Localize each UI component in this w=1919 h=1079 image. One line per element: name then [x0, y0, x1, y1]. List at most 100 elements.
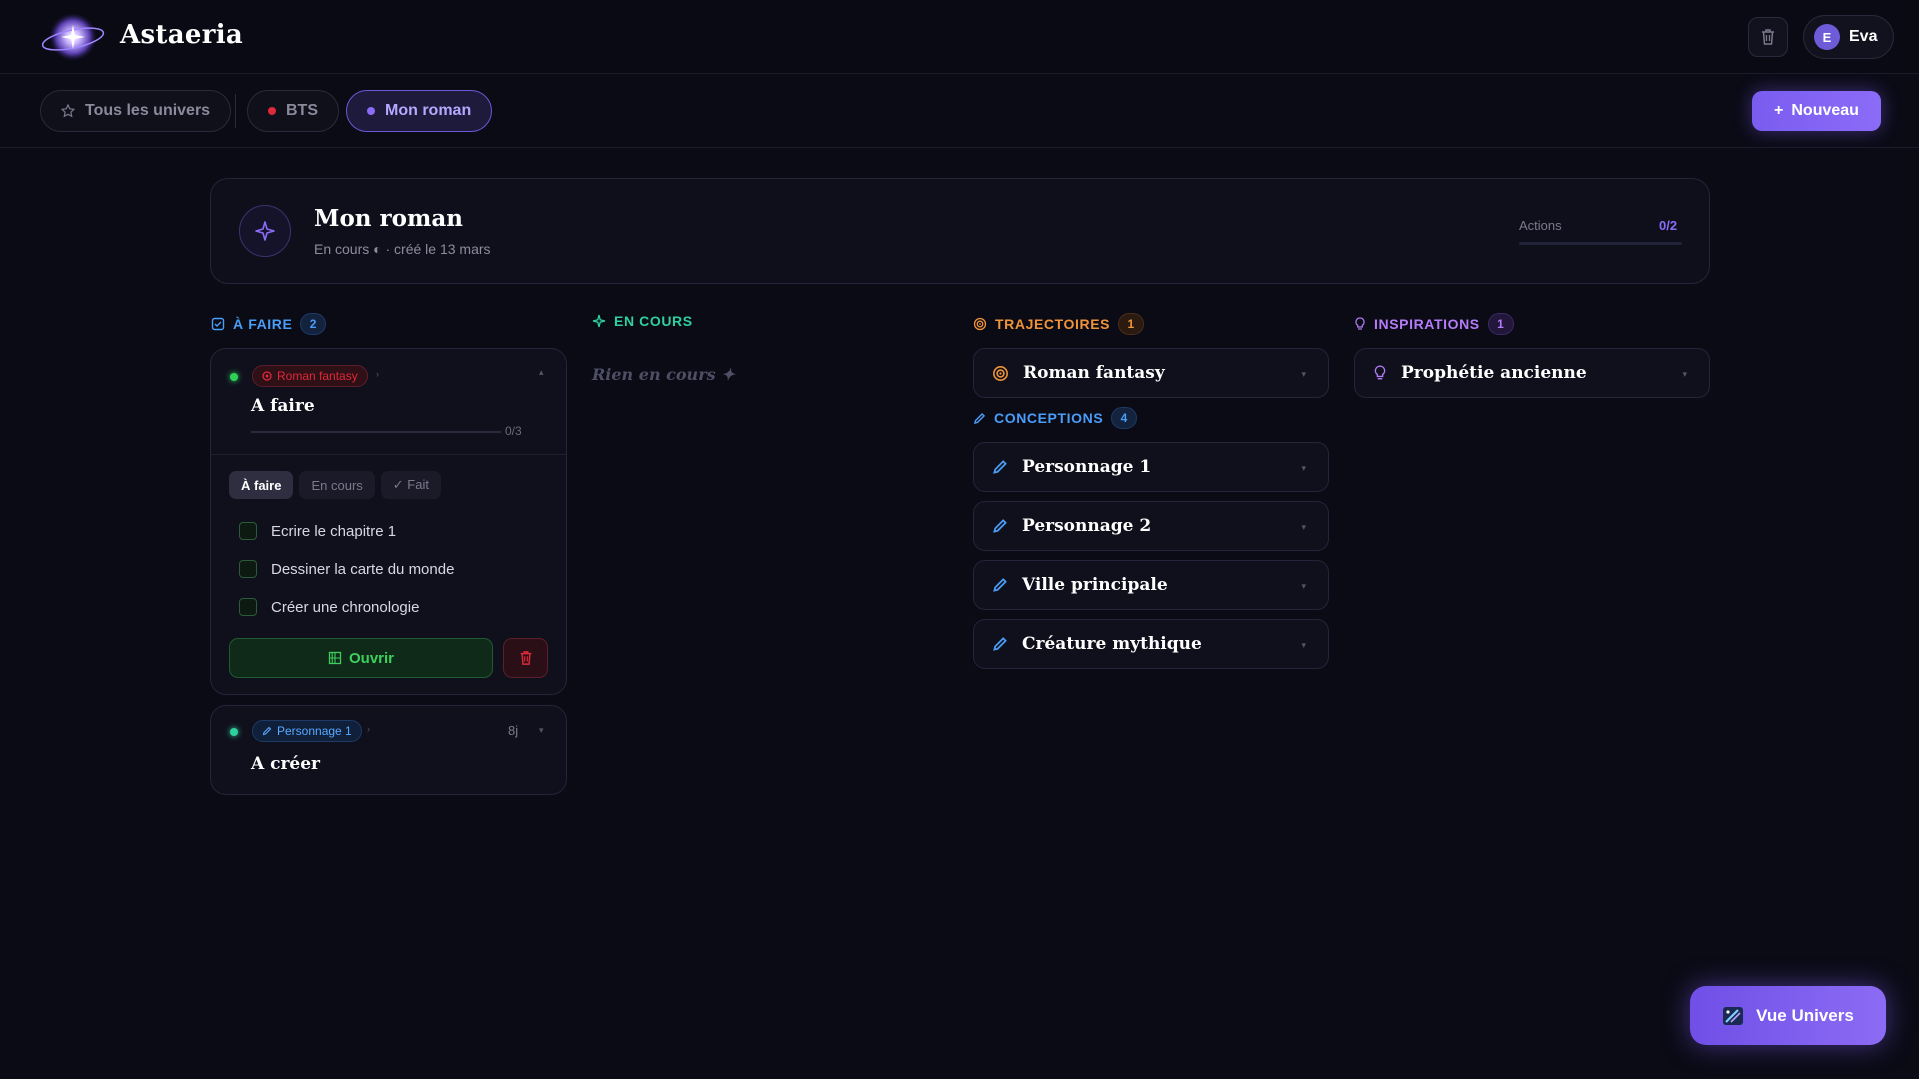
filter-tab-in-progress[interactable]: En cours [299, 471, 375, 499]
new-button-label: Nouveau [1791, 102, 1859, 119]
checklist-item[interactable]: Créer une chronologie [239, 598, 419, 616]
app-logo[interactable] [40, 11, 106, 63]
actions-progress-bar [1519, 242, 1682, 245]
checklist-item-label: Créer une chronologie [271, 598, 420, 616]
column-title: EN COURS [614, 313, 693, 329]
target-icon [973, 317, 987, 331]
badge-label: Personnage 1 [277, 724, 352, 738]
checklist-item-label: Ecrire le chapitre 1 [271, 522, 397, 540]
column-title: À FAIRE [233, 316, 293, 332]
lightbulb-icon [1355, 317, 1365, 330]
project-title: Mon roman [314, 205, 463, 232]
open-button[interactable]: Ouvrir [229, 638, 493, 678]
conception-item[interactable]: Ville principale ▾ [973, 560, 1329, 610]
column-header-inspirations: INSPIRATIONS 1 [1354, 313, 1514, 335]
pen-icon [993, 578, 1007, 592]
task-progress-bar [251, 431, 501, 433]
tab-all-universes[interactable]: Tous les univers [40, 90, 232, 132]
grid-icon [328, 651, 342, 665]
item-label: Créature mythique [1022, 634, 1202, 654]
trash-icon [1762, 29, 1774, 45]
checkbox[interactable] [239, 598, 257, 616]
conception-item[interactable]: Créature mythique ▾ [973, 619, 1329, 669]
lightbulb-icon [1374, 365, 1386, 380]
chevron-down-icon[interactable]: ▾ [1301, 640, 1306, 651]
checklist-item[interactable]: Dessiner la carte du monde [239, 560, 454, 578]
actions-count: 0/2 [1659, 218, 1678, 233]
filter-tab-done[interactable]: ✓ Fait [380, 471, 441, 499]
chevron-right-icon: › [367, 724, 370, 734]
chevron-down-icon[interactable]: ▾ [1301, 581, 1306, 592]
column-count: 1 [1118, 313, 1145, 335]
project-subtitle: En cours ◐ · créé le 13 mars [314, 241, 491, 257]
target-icon [262, 371, 272, 381]
item-label: Roman fantasy [1023, 363, 1165, 383]
tab-bts[interactable]: BTS [247, 90, 339, 132]
checklist-item[interactable]: Ecrire le chapitre 1 [239, 522, 396, 540]
app-title: Astaeria [120, 20, 244, 50]
item-label: Prophétie ancienne [1401, 363, 1587, 383]
chevron-down-icon[interactable]: ▾ [1682, 369, 1687, 380]
checkbox[interactable] [239, 522, 257, 540]
pen-icon [993, 460, 1007, 474]
task-card[interactable]: Roman fantasy › ▴ A faire 0/3 À faire En… [210, 348, 567, 695]
plus-icon: + [1774, 102, 1784, 119]
chevron-down-icon[interactable]: ▾ [539, 725, 544, 736]
trajectory-item[interactable]: Roman fantasy ▾ [973, 348, 1329, 398]
filter-tab-todo[interactable]: À faire [229, 471, 294, 499]
tab-mon-roman[interactable]: Mon roman [346, 90, 493, 132]
divider [211, 454, 566, 455]
item-label: Ville principale [1022, 575, 1168, 595]
vue-univers-label: Vue Univers [1756, 1005, 1854, 1025]
sparkle-icon [239, 205, 291, 257]
pen-icon [993, 519, 1007, 533]
column-count: 2 [300, 313, 327, 335]
universe-map-icon [1723, 1006, 1744, 1025]
column-header-todo: À FAIRE 2 [211, 313, 327, 335]
task-card[interactable]: Personnage 1 › 8j ▾ A créer [210, 705, 567, 795]
user-name: Eva [1849, 28, 1878, 45]
conception-item[interactable]: Personnage 2 ▾ [973, 501, 1329, 551]
task-title: A faire [251, 396, 315, 416]
user-menu[interactable]: E Eva [1803, 15, 1894, 59]
delete-task-button[interactable] [503, 638, 548, 678]
vue-univers-button[interactable]: Vue Univers [1690, 986, 1886, 1045]
chevron-up-icon[interactable]: ▴ [539, 367, 544, 378]
tab-label: Tous les univers [85, 102, 211, 119]
avatar: E [1814, 24, 1840, 50]
star-outline-icon [61, 104, 75, 118]
pen-icon [993, 637, 1007, 651]
actions-label: Actions [1519, 218, 1562, 233]
universe-tabs: Tous les univers BTS Mon roman + Nouveau [0, 74, 1919, 148]
open-button-label: Ouvrir [348, 649, 394, 667]
project-header-card: Mon roman En cours ◐ · créé le 13 mars A… [210, 178, 1710, 284]
task-title: A créer [251, 754, 321, 774]
task-tag-badge[interactable]: Personnage 1 [252, 720, 362, 742]
badge-label: Roman fantasy [277, 369, 358, 383]
checkbox[interactable] [239, 560, 257, 578]
task-progress-text: 0/3 [505, 424, 522, 438]
inspiration-item[interactable]: Prophétie ancienne ▾ [1354, 348, 1710, 398]
pen-icon [262, 726, 272, 736]
checkbox-icon [211, 317, 225, 331]
tab-color-dot [268, 107, 276, 115]
task-tag-badge[interactable]: Roman fantasy [252, 365, 368, 387]
column-title: INSPIRATIONS [1374, 316, 1480, 332]
column-header-conceptions: CONCEPTIONS 4 [973, 407, 1138, 429]
chevron-down-icon[interactable]: ▾ [1301, 522, 1306, 533]
tab-label: BTS [286, 102, 318, 119]
conception-item[interactable]: Personnage 1 ▾ [973, 442, 1329, 492]
status-dot [230, 373, 238, 381]
empty-state-text: Rien en cours ✦ [592, 365, 735, 384]
tab-label: Mon roman [385, 102, 472, 119]
chevron-down-icon[interactable]: ▾ [1301, 463, 1306, 474]
task-age: 8j [508, 723, 519, 738]
chevron-down-icon[interactable]: ▾ [1301, 369, 1306, 380]
column-header-in-progress: EN COURS [592, 313, 693, 329]
new-button[interactable]: + Nouveau [1752, 91, 1881, 131]
column-count: 4 [1111, 407, 1138, 429]
item-label: Personnage 2 [1022, 516, 1152, 536]
trash-button[interactable] [1748, 17, 1788, 57]
sparkle-icon [592, 314, 606, 328]
item-label: Personnage 1 [1022, 457, 1152, 477]
